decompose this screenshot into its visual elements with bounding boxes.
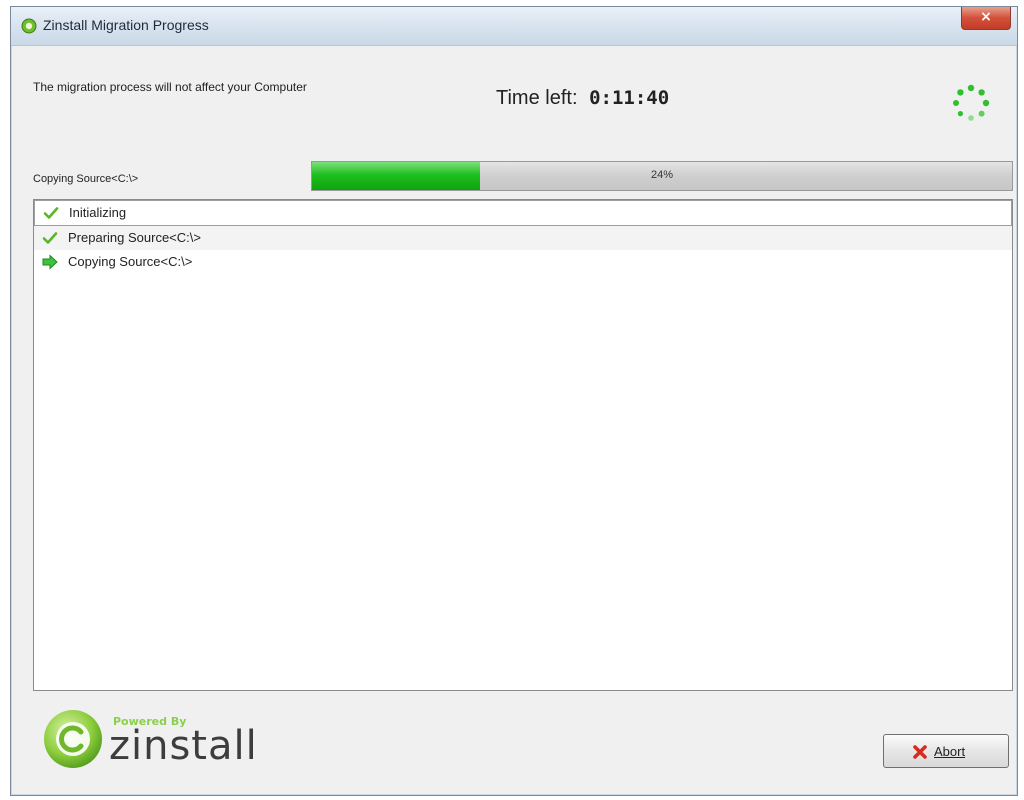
migration-progress-window: Zinstall Migration Progress × The migrat…	[10, 6, 1018, 796]
progress-label: Copying Source<C:\>	[33, 173, 139, 185]
step-label: Copying Source<C:\>	[68, 254, 193, 269]
step-label: Initializing	[69, 205, 127, 220]
check-icon	[43, 207, 59, 219]
progress-bar: 24%	[311, 161, 1013, 191]
time-left-label: Time left:	[496, 87, 578, 109]
abort-button[interactable]: Abort	[883, 734, 1009, 768]
check-icon	[42, 232, 58, 244]
title-bar[interactable]: Zinstall Migration Progress ×	[11, 7, 1017, 46]
close-button[interactable]: ×	[961, 7, 1011, 30]
progress-percent: 24%	[650, 169, 674, 181]
time-left-value: 0:11:40	[589, 87, 670, 109]
abort-x-icon	[913, 745, 927, 759]
steps-list[interactable]: Initializing Preparing Source<C:\> Copyi…	[33, 199, 1013, 691]
migration-info-text: The migration process will not affect yo…	[33, 80, 307, 94]
zinstall-app-icon	[21, 18, 37, 34]
list-item[interactable]: Copying Source<C:\>	[34, 250, 1012, 274]
arrow-right-icon	[42, 254, 58, 270]
zinstall-logo-icon	[44, 710, 102, 768]
list-item[interactable]: Preparing Source<C:\>	[34, 226, 1012, 250]
logo-wordmark: zinstall	[109, 723, 258, 769]
loading-spinner-icon	[953, 84, 990, 121]
step-label: Preparing Source<C:\>	[68, 230, 201, 245]
list-item[interactable]: Initializing	[34, 200, 1012, 226]
zinstall-logo: Powered By zinstall	[41, 707, 281, 771]
abort-label: Abort	[934, 744, 966, 759]
time-left: Time left: 0:11:40	[496, 87, 669, 110]
window-title: Zinstall Migration Progress	[43, 17, 209, 33]
